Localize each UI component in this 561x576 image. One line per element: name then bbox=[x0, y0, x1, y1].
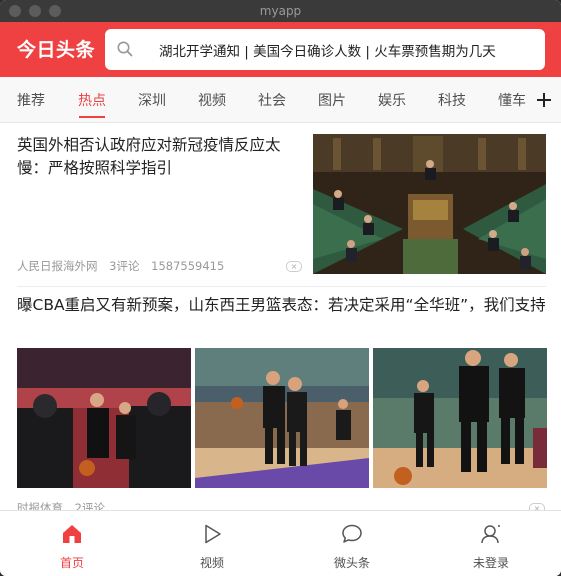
tab-recommend[interactable]: 推荐 bbox=[17, 90, 45, 110]
article-thumbnail-basketball-2[interactable] bbox=[195, 348, 369, 488]
user-icon bbox=[481, 525, 500, 544]
nav-micro-headline[interactable]: 微头条 bbox=[282, 511, 422, 576]
tab-tech[interactable]: 科技 bbox=[438, 90, 466, 110]
search-suggestions[interactable]: 湖北开学通知 | 美国今日确诊人数 | 火车票预售期为几天 bbox=[159, 40, 496, 60]
article-time: 1587559415 bbox=[151, 259, 225, 273]
article-meta: 人民日报海外网 3评论 1587559415 bbox=[17, 258, 232, 274]
home-icon bbox=[63, 525, 81, 543]
dislike-button[interactable]: × bbox=[529, 503, 545, 510]
tab-society[interactable]: 社会 bbox=[258, 90, 286, 110]
play-icon bbox=[205, 524, 221, 544]
nav-account[interactable]: 未登录 bbox=[421, 511, 561, 576]
article-title[interactable]: 曝CBA重启又有新预案，山东西王男篮表态：若决定采用“全华班”，我们支持 bbox=[17, 294, 547, 317]
tab-pictures[interactable]: 图片 bbox=[318, 90, 346, 110]
article-thumbnail-basketball-1[interactable] bbox=[17, 348, 191, 488]
app-header: 今日头条 湖北开学通知 | 美国今日确诊人数 | 火车票预售期为几天 bbox=[0, 22, 561, 77]
article-card[interactable]: 英国外相否认政府应对新冠疫情反应太慢：严格按照科学指引 人民日报海外网 3评论 … bbox=[17, 134, 547, 276]
search-box[interactable]: 湖北开学通知 | 美国今日确诊人数 | 火车票预售期为几天 bbox=[105, 29, 545, 70]
bottom-navigation: 首页 视频 微头条 未登录 bbox=[0, 510, 561, 576]
article-thumbnail-parliament[interactable] bbox=[313, 134, 546, 274]
tab-shenzhen[interactable]: 深圳 bbox=[138, 90, 166, 110]
article-meta: 时报体育 2评论 bbox=[17, 500, 113, 510]
nav-video[interactable]: 视频 bbox=[142, 511, 282, 576]
nav-label: 微头条 bbox=[333, 556, 370, 570]
channel-tabs: 推荐 热点 深圳 视频 社会 图片 娱乐 科技 懂车 bbox=[0, 77, 561, 123]
dislike-button[interactable]: × bbox=[286, 261, 302, 272]
news-feed[interactable]: 英国外相否认政府应对新冠疫情反应太慢：严格按照科学指引 人民日报海外网 3评论 … bbox=[0, 124, 561, 510]
chat-bubble-icon bbox=[342, 524, 362, 543]
tab-entertainment[interactable]: 娱乐 bbox=[378, 90, 406, 110]
article-thumbnail-basketball-3[interactable] bbox=[373, 348, 547, 488]
tab-cars[interactable]: 懂车 bbox=[498, 90, 526, 110]
nav-label: 视频 bbox=[199, 556, 224, 570]
nav-label: 未登录 bbox=[472, 556, 509, 570]
article-comments[interactable]: 2评论 bbox=[75, 501, 105, 510]
app-logo[interactable]: 今日头条 bbox=[17, 35, 95, 62]
article-source[interactable]: 人民日报海外网 bbox=[17, 259, 98, 273]
article-comments[interactable]: 3评论 bbox=[109, 259, 139, 273]
nav-home[interactable]: 首页 bbox=[2, 511, 142, 576]
nav-label: 首页 bbox=[59, 556, 84, 570]
app-window: myapp 今日头条 湖北开学通知 | 美国今日确诊人数 | 火车票预售期为几天… bbox=[0, 0, 561, 576]
article-title[interactable]: 英国外相否认政府应对新冠疫情反应太慢：严格按照科学指引 bbox=[17, 134, 295, 180]
title-bar: myapp bbox=[0, 0, 561, 22]
search-icon bbox=[117, 41, 133, 57]
tab-video[interactable]: 视频 bbox=[198, 90, 226, 110]
tab-hot[interactable]: 热点 bbox=[78, 90, 106, 110]
feed-divider bbox=[17, 286, 546, 287]
active-tab-indicator bbox=[79, 116, 105, 118]
plus-icon bbox=[537, 92, 551, 107]
article-image-grid[interactable] bbox=[17, 348, 547, 488]
add-channel-button[interactable] bbox=[527, 77, 561, 122]
article-source[interactable]: 时报体育 bbox=[17, 501, 63, 510]
window-title: myapp bbox=[259, 4, 302, 18]
article-card[interactable]: 曝CBA重启又有新预案，山东西王男篮表态：若决定采用“全华班”，我们支持 时报体… bbox=[17, 294, 547, 510]
